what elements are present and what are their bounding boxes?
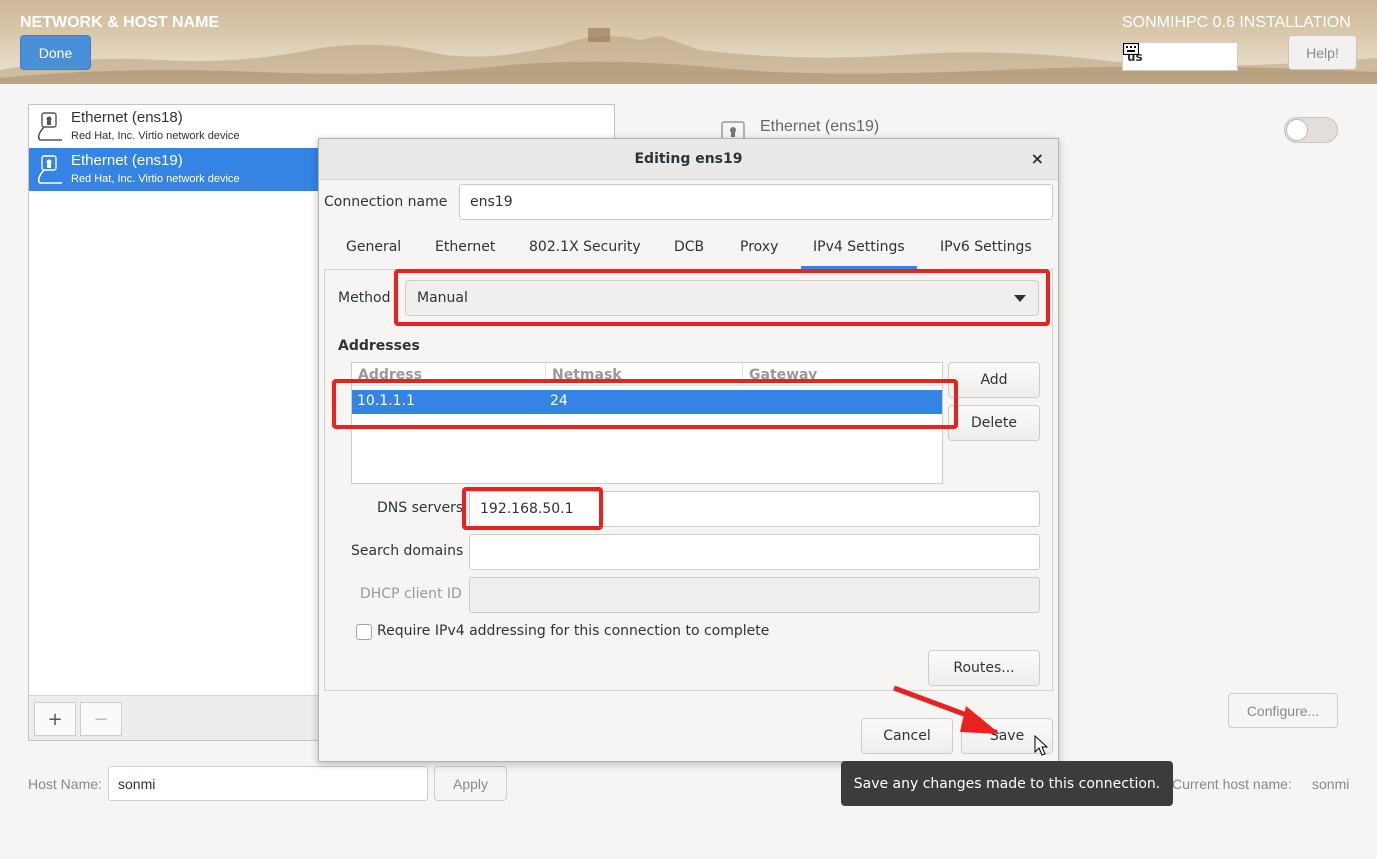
device-description: Red Hat, Inc. Virtio network device: [71, 173, 240, 185]
dialog-titlebar: Editing ens19 ×: [319, 139, 1058, 180]
device-name: Ethernet (ens19): [71, 152, 183, 169]
device-enable-toggle[interactable]: [1284, 117, 1338, 143]
settings-tabs: General Ethernet 802.1X Security DCB Pro…: [324, 225, 1053, 270]
tab-ipv6-settings[interactable]: IPv6 Settings: [940, 225, 1032, 269]
mouse-cursor-icon: [1034, 735, 1048, 756]
addresses-heading: Addresses: [338, 338, 420, 354]
wired-network-icon: [37, 112, 62, 141]
annotation-highlight-method: [394, 269, 1050, 326]
search-domains-input[interactable]: [469, 534, 1040, 570]
keyboard-icon: [1123, 43, 1139, 55]
current-host-name-value: sonmi: [1312, 776, 1350, 792]
remove-device-button[interactable]: −: [80, 702, 122, 736]
save-tooltip: Save any changes made to this connection…: [841, 761, 1173, 806]
toggle-knob: [1286, 119, 1308, 141]
tab-general[interactable]: General: [346, 225, 401, 269]
device-name: Ethernet (ens18): [71, 109, 183, 126]
dhcp-client-id-input[interactable]: [469, 577, 1040, 613]
tab-ipv4-settings[interactable]: IPv4 Settings: [801, 225, 917, 269]
device-description: Red Hat, Inc. Virtio network device: [71, 130, 240, 142]
product-name: SONMIHPC 0.6 INSTALLATION: [1122, 14, 1351, 31]
page-title: NETWORK & HOST NAME: [20, 14, 220, 31]
search-domains-label: Search domains: [351, 543, 464, 559]
done-button[interactable]: Done: [20, 35, 91, 70]
delete-address-button[interactable]: Delete: [948, 405, 1040, 441]
require-ipv4-checkbox[interactable]: [356, 624, 372, 640]
tab-ethernet[interactable]: Ethernet: [435, 225, 495, 269]
host-name-label: Host Name:: [28, 776, 102, 792]
selected-device-name: Ethernet (ens19): [760, 118, 880, 135]
header-banner: NETWORK & HOST NAME SONMIHPC 0.6 INSTALL…: [0, 0, 1377, 84]
host-name-input[interactable]: sonmi: [108, 766, 428, 801]
apply-hostname-button[interactable]: Apply: [434, 766, 507, 801]
connection-name-input[interactable]: ens19: [459, 184, 1053, 220]
connection-name-label: Connection name: [324, 194, 448, 210]
tab-dcb[interactable]: DCB: [674, 225, 704, 269]
add-device-button[interactable]: +: [34, 702, 76, 736]
annotation-arrow-icon: [893, 685, 1000, 734]
edit-connection-dialog: Editing ens19 × Connection name ens19 Ge…: [318, 138, 1059, 762]
require-ipv4-label: Require IPv4 addressing for this connect…: [377, 623, 770, 639]
dialog-title: Editing ens19: [634, 151, 743, 167]
help-button[interactable]: Help!: [1288, 35, 1357, 70]
method-label: Method: [338, 290, 391, 306]
keyboard-layout-indicator[interactable]: us: [1122, 42, 1238, 71]
configure-button[interactable]: Configure...: [1228, 693, 1338, 728]
tab-802-1x-security[interactable]: 802.1X Security: [529, 225, 641, 269]
wired-network-icon: [37, 155, 62, 184]
dhcp-client-id-label: DHCP client ID: [360, 586, 462, 602]
dns-servers-label: DNS servers: [377, 500, 464, 516]
tab-proxy[interactable]: Proxy: [740, 225, 778, 269]
add-address-button[interactable]: Add: [948, 362, 1040, 398]
current-host-name-label: Current host name:: [1172, 776, 1292, 792]
close-icon[interactable]: ×: [1031, 149, 1044, 168]
annotation-highlight-address-row: [332, 379, 958, 429]
annotation-highlight-dns: [462, 487, 603, 530]
